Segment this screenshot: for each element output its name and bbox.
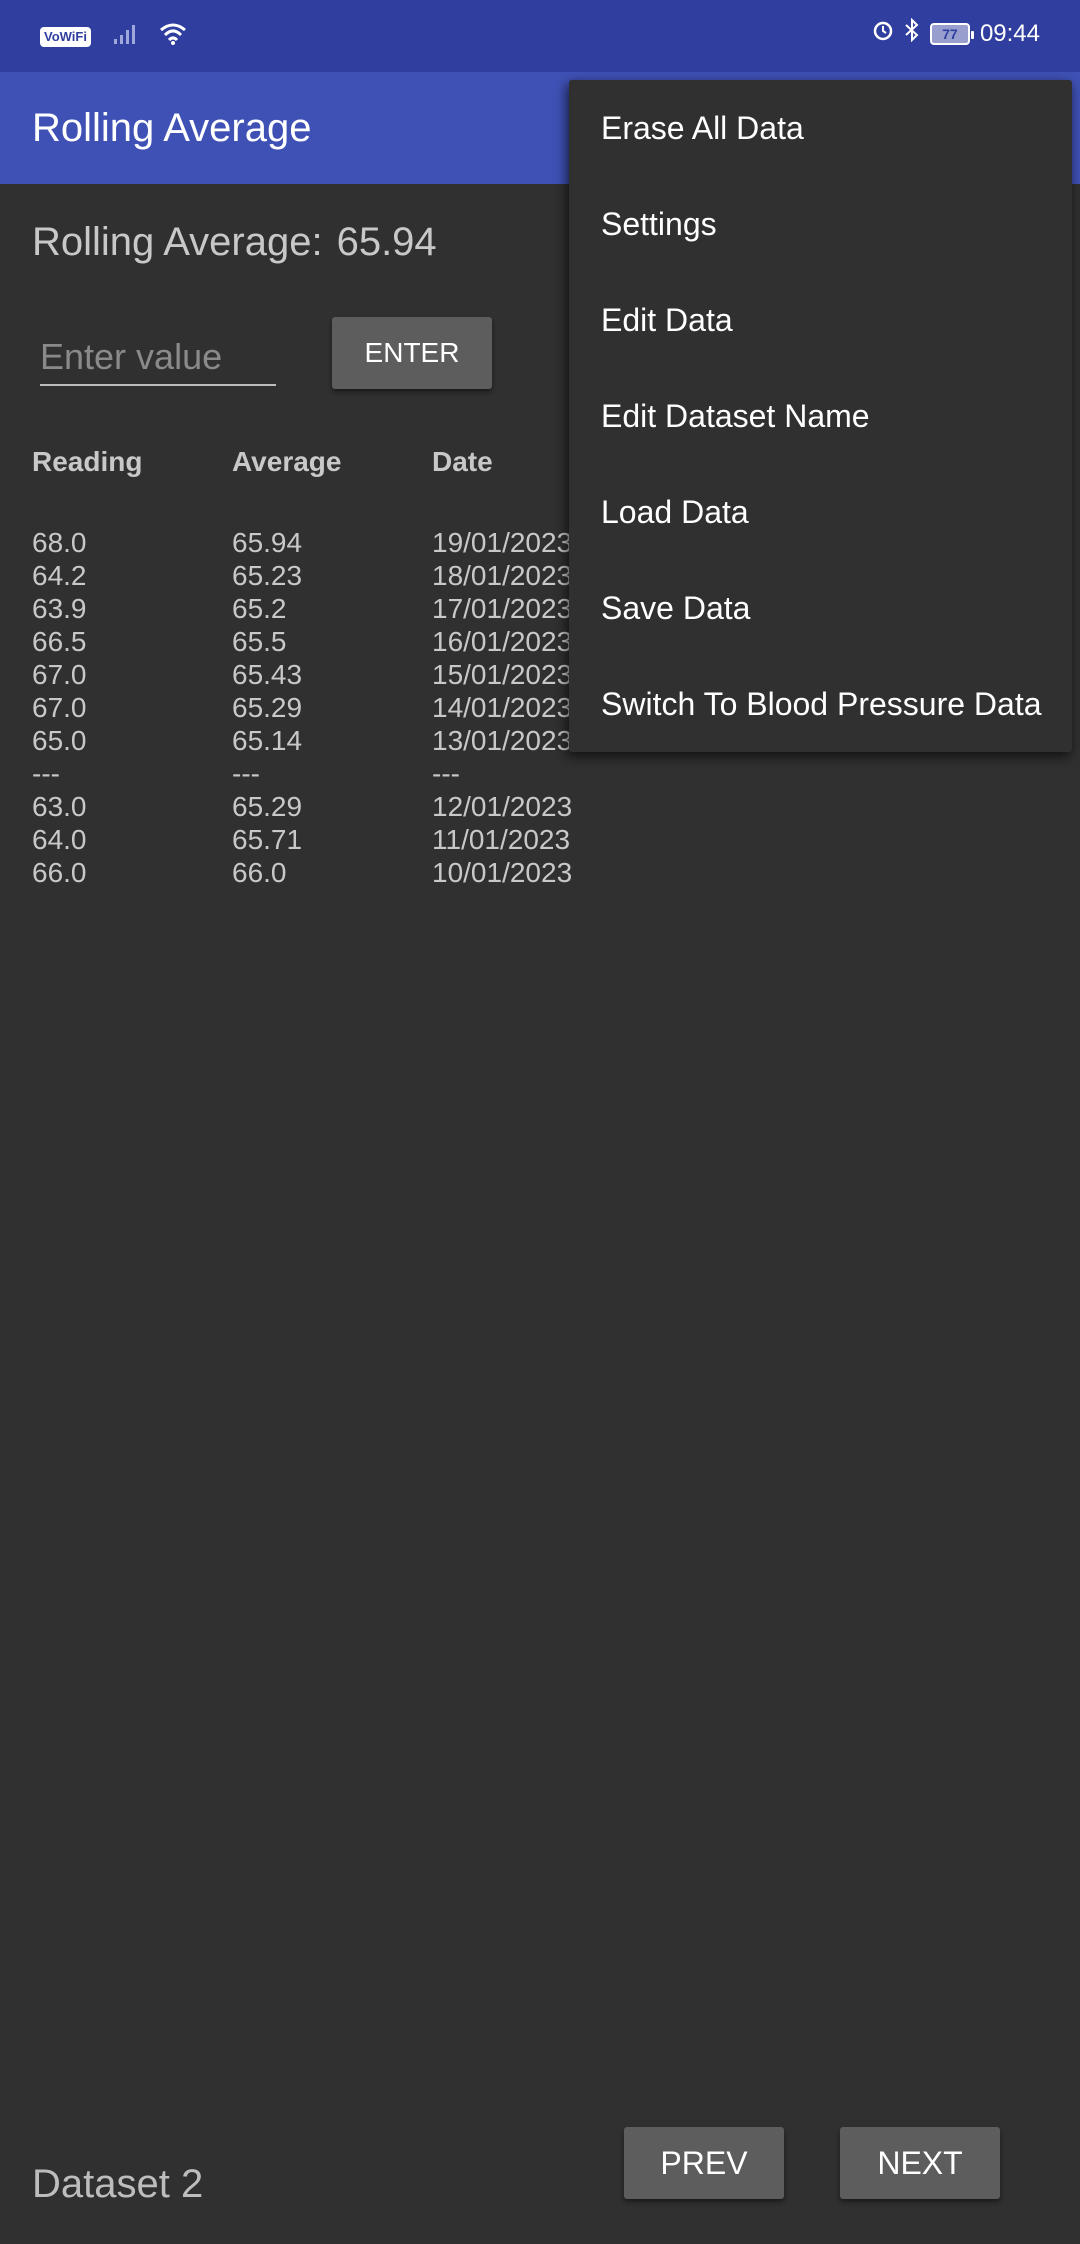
menu-item-erase-all-data[interactable]: Erase All Data <box>569 80 1072 176</box>
menu-item-edit-dataset-name[interactable]: Edit Dataset Name <box>569 368 1072 464</box>
cell-reading: 68.0 <box>32 527 87 558</box>
vowifi-badge: VoWiFi <box>40 26 91 47</box>
alarm-icon <box>872 19 894 48</box>
cell-date: 10/01/2023 <box>432 857 573 888</box>
cell-average: 65.2 <box>232 593 287 624</box>
rolling-average-label: Rolling Average: <box>32 220 323 264</box>
cell-date: --- <box>432 758 460 789</box>
table-row: 64.2 65.23 18/01/2023 <box>32 559 632 592</box>
cell-date: 12/01/2023 <box>432 791 573 822</box>
readings-table: Reading Average Date 68.0 65.94 19/01/20… <box>32 446 632 927</box>
dataset-name: Dataset 2 <box>32 2162 204 2206</box>
app-title: Rolling Average <box>32 106 312 150</box>
cell-reading: --- <box>32 758 60 789</box>
enter-button[interactable]: ENTER <box>332 317 492 389</box>
cell-average: --- <box>232 758 260 789</box>
wifi-icon <box>159 22 187 51</box>
cell-average: 65.29 <box>232 692 303 723</box>
menu-item-load-data[interactable]: Load Data <box>569 464 1072 560</box>
bluetooth-icon <box>904 17 920 49</box>
menu-item-switch-to-blood-pressure[interactable]: Switch To Blood Pressure Data <box>569 656 1072 752</box>
status-bar: VoWiFi 77 09:44 <box>0 0 1080 72</box>
cell-reading: 67.0 <box>32 659 87 690</box>
table-row: 67.0 65.43 15/01/2023 <box>32 658 632 691</box>
cell-reading: 66.0 <box>32 857 87 888</box>
cell-average: 65.5 <box>232 626 287 657</box>
menu-item-settings[interactable]: Settings <box>569 176 1072 272</box>
status-left: VoWiFi <box>40 22 187 51</box>
clock: 09:44 <box>979 19 1040 47</box>
overflow-menu: Erase All Data Settings Edit Data Edit D… <box>569 80 1072 752</box>
status-right: 77 09:44 <box>872 17 1040 49</box>
signal-icon <box>113 23 137 50</box>
cell-average: 65.23 <box>232 560 303 591</box>
rolling-average-summary: Rolling Average: 65.94 <box>32 220 437 265</box>
table-row-separator: --- --- --- <box>32 757 632 790</box>
table-header: Reading Average Date <box>32 446 632 486</box>
menu-item-save-data[interactable]: Save Data <box>569 560 1072 656</box>
cell-date: 11/01/2023 <box>432 824 571 855</box>
value-input[interactable] <box>40 330 276 386</box>
prev-button[interactable]: PREV <box>624 2127 784 2199</box>
cell-reading: 65.0 <box>32 725 87 756</box>
cell-reading: 67.0 <box>32 692 87 723</box>
header-average: Average <box>232 446 342 477</box>
cell-average: 65.71 <box>232 824 303 855</box>
cell-reading: 66.5 <box>32 626 87 657</box>
cell-average: 65.29 <box>232 791 303 822</box>
cell-average: 66.0 <box>232 857 287 888</box>
cell-reading: 63.0 <box>32 791 87 822</box>
table-row: 65.0 65.14 13/01/2023 <box>32 724 632 757</box>
cell-average: 65.94 <box>232 527 303 558</box>
header-reading: Reading <box>32 446 143 477</box>
menu-item-edit-data[interactable]: Edit Data <box>569 272 1072 368</box>
table-row: 63.0 65.29 12/01/2023 <box>32 790 632 823</box>
rolling-average-value: 65.94 <box>336 220 437 264</box>
table-row: 66.5 65.5 16/01/2023 <box>32 625 632 658</box>
cell-average: 65.14 <box>232 725 303 756</box>
table-row: 63.9 65.2 17/01/2023 <box>32 592 632 625</box>
table-row: 68.0 65.94 19/01/2023 <box>32 526 632 559</box>
cell-reading: 64.2 <box>32 560 87 591</box>
next-button[interactable]: NEXT <box>840 2127 1000 2199</box>
cell-reading: 64.0 <box>32 824 87 855</box>
battery-icon: 77 <box>929 22 974 45</box>
table-row: 67.0 65.29 14/01/2023 <box>32 691 632 724</box>
table-row: 66.0 66.0 10/01/2023 <box>32 856 632 889</box>
cell-average: 65.43 <box>232 659 303 690</box>
table-body: 68.0 65.94 19/01/2023 64.2 65.23 18/01/2… <box>32 526 632 889</box>
table-row: 64.0 65.71 11/01/2023 <box>32 823 632 856</box>
cell-reading: 63.9 <box>32 593 87 624</box>
